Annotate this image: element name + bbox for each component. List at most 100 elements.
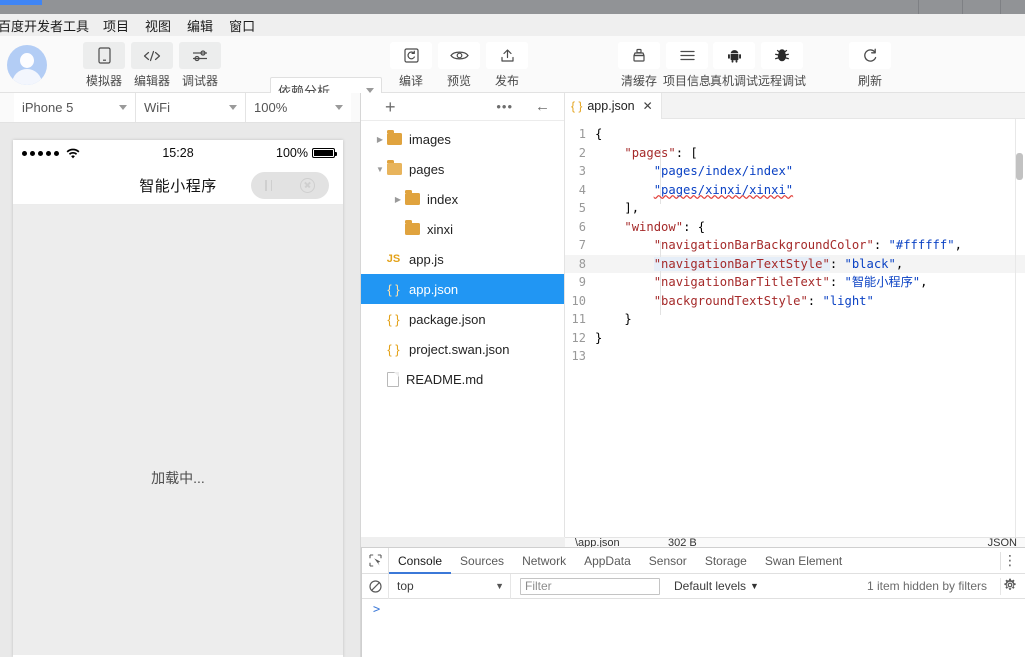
line-number: 7 [578, 238, 586, 252]
console-prompt-symbol: > [373, 601, 381, 616]
line-text: { [595, 127, 603, 141]
devtools-menu-divider [1000, 552, 1001, 570]
json-file-icon: { } [387, 311, 400, 327]
compile-icon [390, 42, 432, 69]
project-info-label: 项目信息 [663, 74, 712, 88]
console-output[interactable]: > [362, 599, 1025, 656]
mode-button-group: 模拟器 编辑器 调试器 [83, 42, 221, 89]
code-editor-panel: { } app.json ✕ 1{ 2 "pages": [ 3 "pages/… [565, 93, 1025, 537]
close-circle-icon[interactable] [300, 178, 315, 193]
tree-node-readme-md[interactable]: README.md [361, 364, 564, 394]
compile-button[interactable]: 编译 [390, 42, 432, 89]
kebab-menu-icon[interactable]: ⋮ [1003, 552, 1017, 569]
editor-toggle-button[interactable]: 编辑器 [131, 42, 173, 89]
menu-item-edit[interactable]: 编辑 [179, 16, 221, 35]
simulator-toggle-button[interactable]: 模拟器 [83, 42, 125, 89]
debugger-toggle-button[interactable]: 调试器 [179, 42, 221, 89]
tree-node-label: package.json [409, 311, 486, 327]
user-avatar[interactable] [7, 45, 47, 85]
tree-node-label: project.swan.json [409, 341, 510, 357]
devtools-tab-sources[interactable]: Sources [451, 548, 513, 574]
code-line: 1{ [565, 125, 1025, 144]
line-number: 2 [578, 145, 586, 160]
menu-item-window[interactable]: 窗口 [221, 16, 263, 35]
phone-page-body: 加载中... [13, 205, 343, 655]
scale-select[interactable]: 100% [246, 93, 351, 122]
line-number: 10 [571, 293, 586, 308]
loading-text: 加载中... [151, 470, 205, 486]
chevron-right-icon[interactable]: ▶ [391, 195, 405, 204]
code-area[interactable]: 1{ 2 "pages": [ 3 "pages/index/index" 4 … [565, 119, 1025, 515]
device-debug-label: 真机调试 [710, 74, 759, 88]
plus-icon[interactable]: + [385, 98, 396, 116]
chevron-down-icon [335, 105, 343, 110]
gear-icon[interactable] [1003, 578, 1017, 595]
simulator-options-bar: iPhone 5 WiFi 100% [0, 93, 360, 123]
tree-node-label: pages [409, 161, 445, 177]
publish-label: 发布 [494, 74, 519, 88]
preview-button[interactable]: 预览 [438, 42, 480, 89]
devtools-tab-swan-element[interactable]: Swan Element [756, 548, 851, 574]
device-debug-button[interactable]: 真机调试 [710, 42, 759, 89]
app-window: 百度开发者工具 项目 视图 编辑 窗口 模拟器 编辑器 调试器 依赖分析 编译 … [0, 0, 1025, 657]
devtools-tab-console[interactable]: Console [389, 548, 451, 574]
tree-node-label: images [409, 131, 451, 147]
folder-icon [405, 190, 420, 205]
menu-item-project[interactable]: 项目 [95, 16, 137, 35]
editor-tab-app-json[interactable]: { } app.json ✕ [565, 93, 662, 119]
close-icon[interactable]: ✕ [640, 99, 653, 113]
devtools-tab-network[interactable]: Network [513, 548, 575, 574]
line-number: 1 [578, 127, 586, 141]
chevron-right-icon[interactable]: ▶ [373, 135, 387, 144]
json-file-icon: { } [387, 281, 400, 297]
tree-node-project-swan-json[interactable]: { } project.swan.json [361, 334, 564, 364]
tree-node-package-json[interactable]: { } package.json [361, 304, 564, 334]
window-minimize-divider [918, 0, 919, 14]
capsule-button[interactable] [251, 172, 329, 199]
menu-item-view[interactable]: 视图 [137, 16, 179, 35]
network-select[interactable]: WiFi [136, 93, 246, 122]
tree-node-images[interactable]: ▶ images [361, 124, 564, 154]
hidden-items-message: 1 item hidden by filters [866, 579, 987, 593]
more-icon[interactable] [265, 180, 272, 191]
console-prompt[interactable]: > [362, 599, 1025, 618]
refresh-button[interactable]: 刷新 [849, 42, 891, 89]
debugger-toggle-label: 调试器 [181, 74, 218, 88]
main-toolbar: 模拟器 编辑器 调试器 依赖分析 编译 预览 发布 清缓存 项目信息 真机调试 … [0, 36, 1025, 103]
tree-node-pages[interactable]: ▼ pages [361, 154, 564, 184]
code-line: 6 "window": { [565, 218, 1025, 237]
devtools-tab-storage[interactable]: Storage [696, 548, 756, 574]
publish-button[interactable]: 发布 [486, 42, 528, 89]
project-info-button[interactable]: 项目信息 [663, 42, 712, 89]
console-context-select[interactable]: top ▼ [389, 573, 511, 599]
device-select[interactable]: iPhone 5 [14, 93, 136, 122]
arrow-left-icon[interactable]: ← [535, 99, 550, 114]
tree-node-app-json[interactable]: { } app.json [361, 274, 564, 304]
titlebar-accent [0, 0, 42, 5]
chevron-down-icon [366, 87, 374, 93]
clear-console-icon[interactable] [362, 573, 389, 599]
code-line: 7 "navigationBarBackgroundColor": "#ffff… [565, 236, 1025, 255]
tree-node-xinxi[interactable]: xinxi [361, 214, 564, 244]
clear-cache-button[interactable]: 清缓存 [618, 42, 660, 89]
devtools-tab-sensor[interactable]: Sensor [640, 548, 696, 574]
cursor-select-icon[interactable] [362, 547, 389, 574]
tree-node-index[interactable]: ▶ index [361, 184, 564, 214]
line-number: 13 [571, 349, 586, 363]
chevron-down-icon[interactable]: ▼ [373, 165, 387, 174]
console-levels-select[interactable]: Default levels ▼ [674, 579, 759, 593]
project-button-group: 清缓存 项目信息 [618, 42, 712, 89]
editor-scrollbar-thumb[interactable] [1016, 153, 1023, 180]
code-icon [131, 42, 173, 69]
line-number: 6 [578, 219, 586, 234]
compile-label: 编译 [398, 74, 423, 88]
clear-cache-label: 清缓存 [620, 74, 657, 88]
console-filter-input[interactable] [520, 577, 660, 595]
code-line: 8 "navigationBarTextStyle": "black", [565, 254, 1025, 273]
line-text: "window": { [624, 219, 706, 234]
tree-node-app-js[interactable]: JS app.js [361, 244, 564, 274]
remote-debug-button[interactable]: 远程调试 [758, 42, 806, 89]
folder-icon [387, 130, 402, 145]
ellipsis-icon[interactable]: ••• [496, 100, 513, 113]
devtools-tab-appdata[interactable]: AppData [575, 548, 640, 574]
